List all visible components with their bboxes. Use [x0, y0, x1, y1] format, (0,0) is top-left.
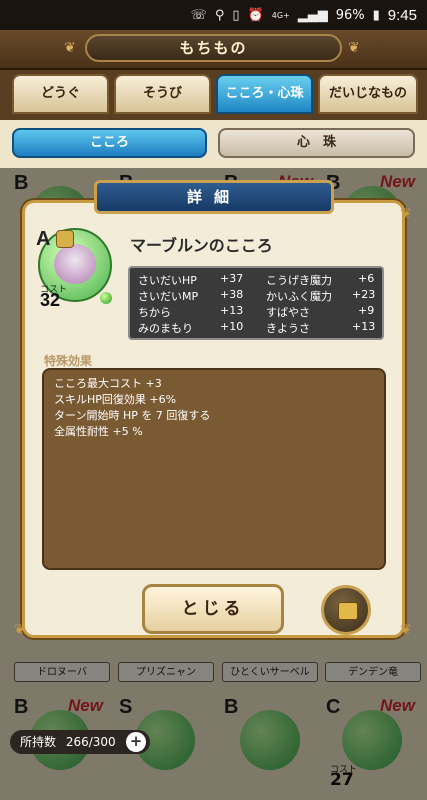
corner-ornament-icon: ❦ — [400, 622, 412, 638]
close-button[interactable]: とじる — [142, 584, 284, 634]
stat-label: すばやさ — [266, 306, 310, 319]
stat-label: こうげき魔力 — [266, 274, 332, 287]
inventory-label: 所持数 — [20, 735, 57, 749]
stat-label: ちから — [138, 306, 171, 319]
stat-row: みのまもり +10 きようさ +13 — [138, 320, 378, 336]
stat-value: +38 — [220, 288, 244, 301]
clock: 9:45 — [387, 6, 417, 24]
tab-items[interactable]: どうぐ — [12, 74, 109, 114]
sub-tabs: こころ 心 珠 — [0, 120, 427, 168]
special-effect-line: ターン開始時 HP を 7 回復する — [54, 409, 211, 422]
stat-value: +23 — [352, 288, 376, 301]
tab-equipment[interactable]: そうび — [114, 74, 211, 114]
expand-inventory-button[interactable]: + — [126, 732, 146, 752]
kokoro-name: マーブルンのこころ — [130, 236, 273, 255]
tab-key-items[interactable]: だいじなもの — [318, 74, 418, 114]
inventory-count: 所持数 266/300 + — [10, 730, 150, 754]
special-effects-heading: 特殊効果 — [44, 354, 93, 368]
stat-label: さいだいMP — [138, 290, 199, 303]
special-effect-line: スキルHP回復効果 +6% — [54, 393, 177, 406]
special-effect-line: 全属性耐性 +5 % — [54, 425, 143, 438]
battery-icon: ▮ — [372, 7, 380, 23]
dialog-title: 詳細 — [94, 180, 334, 214]
status-bar: ☏ ⚲ ▯ ⏰ 4G+ ▂▄▆ 96% ▮ 9:45 — [0, 0, 427, 30]
special-effect-line: こころ最大コスト +3 — [54, 377, 162, 390]
screen-header: ❦ もちもの ❦ — [0, 30, 427, 70]
stat-label: みのまもり — [138, 322, 193, 335]
gem-icon — [100, 292, 112, 304]
vibrate-icon: ▯ — [232, 7, 240, 23]
category-tabs: どうぐ そうび こころ・心珠 だいじなもの — [0, 70, 427, 120]
special-effects-box: こころ最大コスト +3 スキルHP回復効果 +6% ターン開始時 HP を 7 … — [42, 368, 386, 570]
stat-label: さいだいHP — [138, 274, 197, 287]
stat-row: さいだいHP +37 こうげき魔力 +6 — [138, 272, 378, 288]
ornament-right-icon: ❦ — [348, 40, 360, 56]
alarm-icon: ⏰ — [247, 7, 264, 23]
stat-row: ちから +13 すばやさ +9 — [138, 304, 378, 320]
stat-value: +9 — [358, 304, 375, 317]
stat-row: さいだいMP +38 かいふく魔力 +23 — [138, 288, 378, 304]
subtab-shinju[interactable]: 心 珠 — [218, 128, 415, 158]
stat-value: +13 — [352, 320, 376, 333]
phone-icon: ☏ — [190, 7, 207, 23]
stat-value: +10 — [220, 320, 244, 333]
location-icon: ⚲ — [214, 7, 225, 23]
stat-label: きようさ — [266, 322, 310, 335]
network-type: 4G+ — [271, 10, 290, 20]
subtab-kokoro[interactable]: こころ — [12, 128, 207, 158]
ornament-left-icon: ❦ — [64, 40, 76, 56]
monster-face-icon — [54, 244, 96, 284]
lock-toggle-button[interactable] — [321, 585, 371, 635]
stat-value: +37 — [220, 272, 244, 285]
battery-percent: 96% — [335, 7, 365, 23]
inventory-value: 266/300 — [65, 735, 116, 749]
stat-label: かいふく魔力 — [266, 290, 332, 303]
lock-icon — [56, 230, 74, 248]
signal-icon: ▂▄▆ — [297, 7, 328, 23]
page-title: もちもの — [85, 34, 342, 62]
cost-value: 32 — [40, 290, 61, 310]
tab-kokoro[interactable]: こころ・心珠 — [216, 74, 313, 114]
corner-ornament-icon: ❦ — [400, 206, 412, 222]
padlock-icon — [338, 602, 358, 620]
stat-value: +13 — [220, 304, 244, 317]
kokoro-rank: A — [36, 228, 51, 250]
corner-ornament-icon: ❦ — [14, 622, 26, 638]
stat-value: +6 — [358, 272, 375, 285]
stats-table: さいだいHP +37 こうげき魔力 +6 さいだいMP +38 かいふく魔力 +… — [128, 266, 384, 340]
